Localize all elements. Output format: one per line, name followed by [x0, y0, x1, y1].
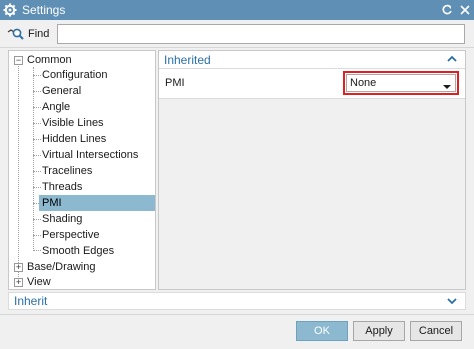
chevron-up-icon[interactable]	[445, 52, 459, 66]
find-icon	[6, 24, 26, 44]
pmi-label: PMI	[165, 77, 185, 89]
collapse-icon[interactable]: −	[14, 56, 23, 65]
tree-item-smooth-edges[interactable]: Smooth Edges	[39, 243, 155, 259]
inherit-section-header[interactable]: Inherit	[8, 292, 466, 310]
window-title: Settings	[22, 3, 66, 17]
tree-item-threads[interactable]: Threads	[39, 179, 155, 195]
find-bar: Find	[0, 20, 474, 48]
tree-item-pmi[interactable]: PMI	[39, 195, 155, 211]
tree-item-hidden-lines[interactable]: Hidden Lines	[39, 131, 155, 147]
title-bar: Settings	[0, 0, 474, 20]
tree-line	[18, 64, 19, 281]
tree-item-label: Common	[27, 54, 72, 66]
apply-button[interactable]: Apply	[353, 321, 405, 341]
tree-item-view[interactable]: + View	[9, 274, 155, 290]
settings-panel: Inherited PMI None	[158, 50, 466, 290]
close-icon[interactable]	[456, 0, 474, 20]
tree-item-base-drawing[interactable]: + Base/Drawing	[9, 259, 155, 275]
tree-item-general[interactable]: General	[39, 83, 155, 99]
tree-item-virtual-intersections[interactable]: Virtual Intersections	[39, 147, 155, 163]
settings-tree: − Common Configuration General Angle Vis…	[8, 50, 156, 290]
inherit-label: Inherit	[14, 294, 48, 308]
tree-item-configuration[interactable]: Configuration	[39, 67, 155, 83]
tree-item-perspective[interactable]: Perspective	[39, 227, 155, 243]
tree-item-tracelines[interactable]: Tracelines	[39, 163, 155, 179]
cancel-button[interactable]: Cancel	[410, 321, 462, 341]
section-title: Inherited	[164, 52, 211, 67]
tree-item-shading[interactable]: Shading	[39, 211, 155, 227]
pmi-select-value: None	[350, 77, 377, 89]
tree-item-label: Base/Drawing	[27, 261, 96, 273]
footer-divider	[0, 314, 474, 315]
pmi-select[interactable]: None	[346, 74, 456, 92]
find-input[interactable]	[57, 23, 466, 44]
gear-icon	[0, 0, 20, 20]
ok-button[interactable]: OK	[296, 321, 348, 341]
highlight-box: None	[343, 71, 459, 95]
pmi-setting-row: PMI None	[159, 69, 465, 99]
reset-icon[interactable]	[438, 0, 456, 20]
tree-item-visible-lines[interactable]: Visible Lines	[39, 115, 155, 131]
dropdown-arrow-icon[interactable]	[443, 81, 451, 93]
tree-item-label: View	[27, 276, 51, 288]
chevron-down-icon[interactable]	[445, 294, 459, 308]
inherited-section-header[interactable]: Inherited	[159, 51, 465, 69]
expand-icon[interactable]: +	[14, 278, 23, 287]
find-label: Find	[28, 27, 50, 40]
tree-item-common[interactable]: − Common	[9, 52, 155, 68]
tree-line	[33, 67, 34, 249]
expand-icon[interactable]: +	[14, 263, 23, 272]
tree-item-angle[interactable]: Angle	[39, 99, 155, 115]
